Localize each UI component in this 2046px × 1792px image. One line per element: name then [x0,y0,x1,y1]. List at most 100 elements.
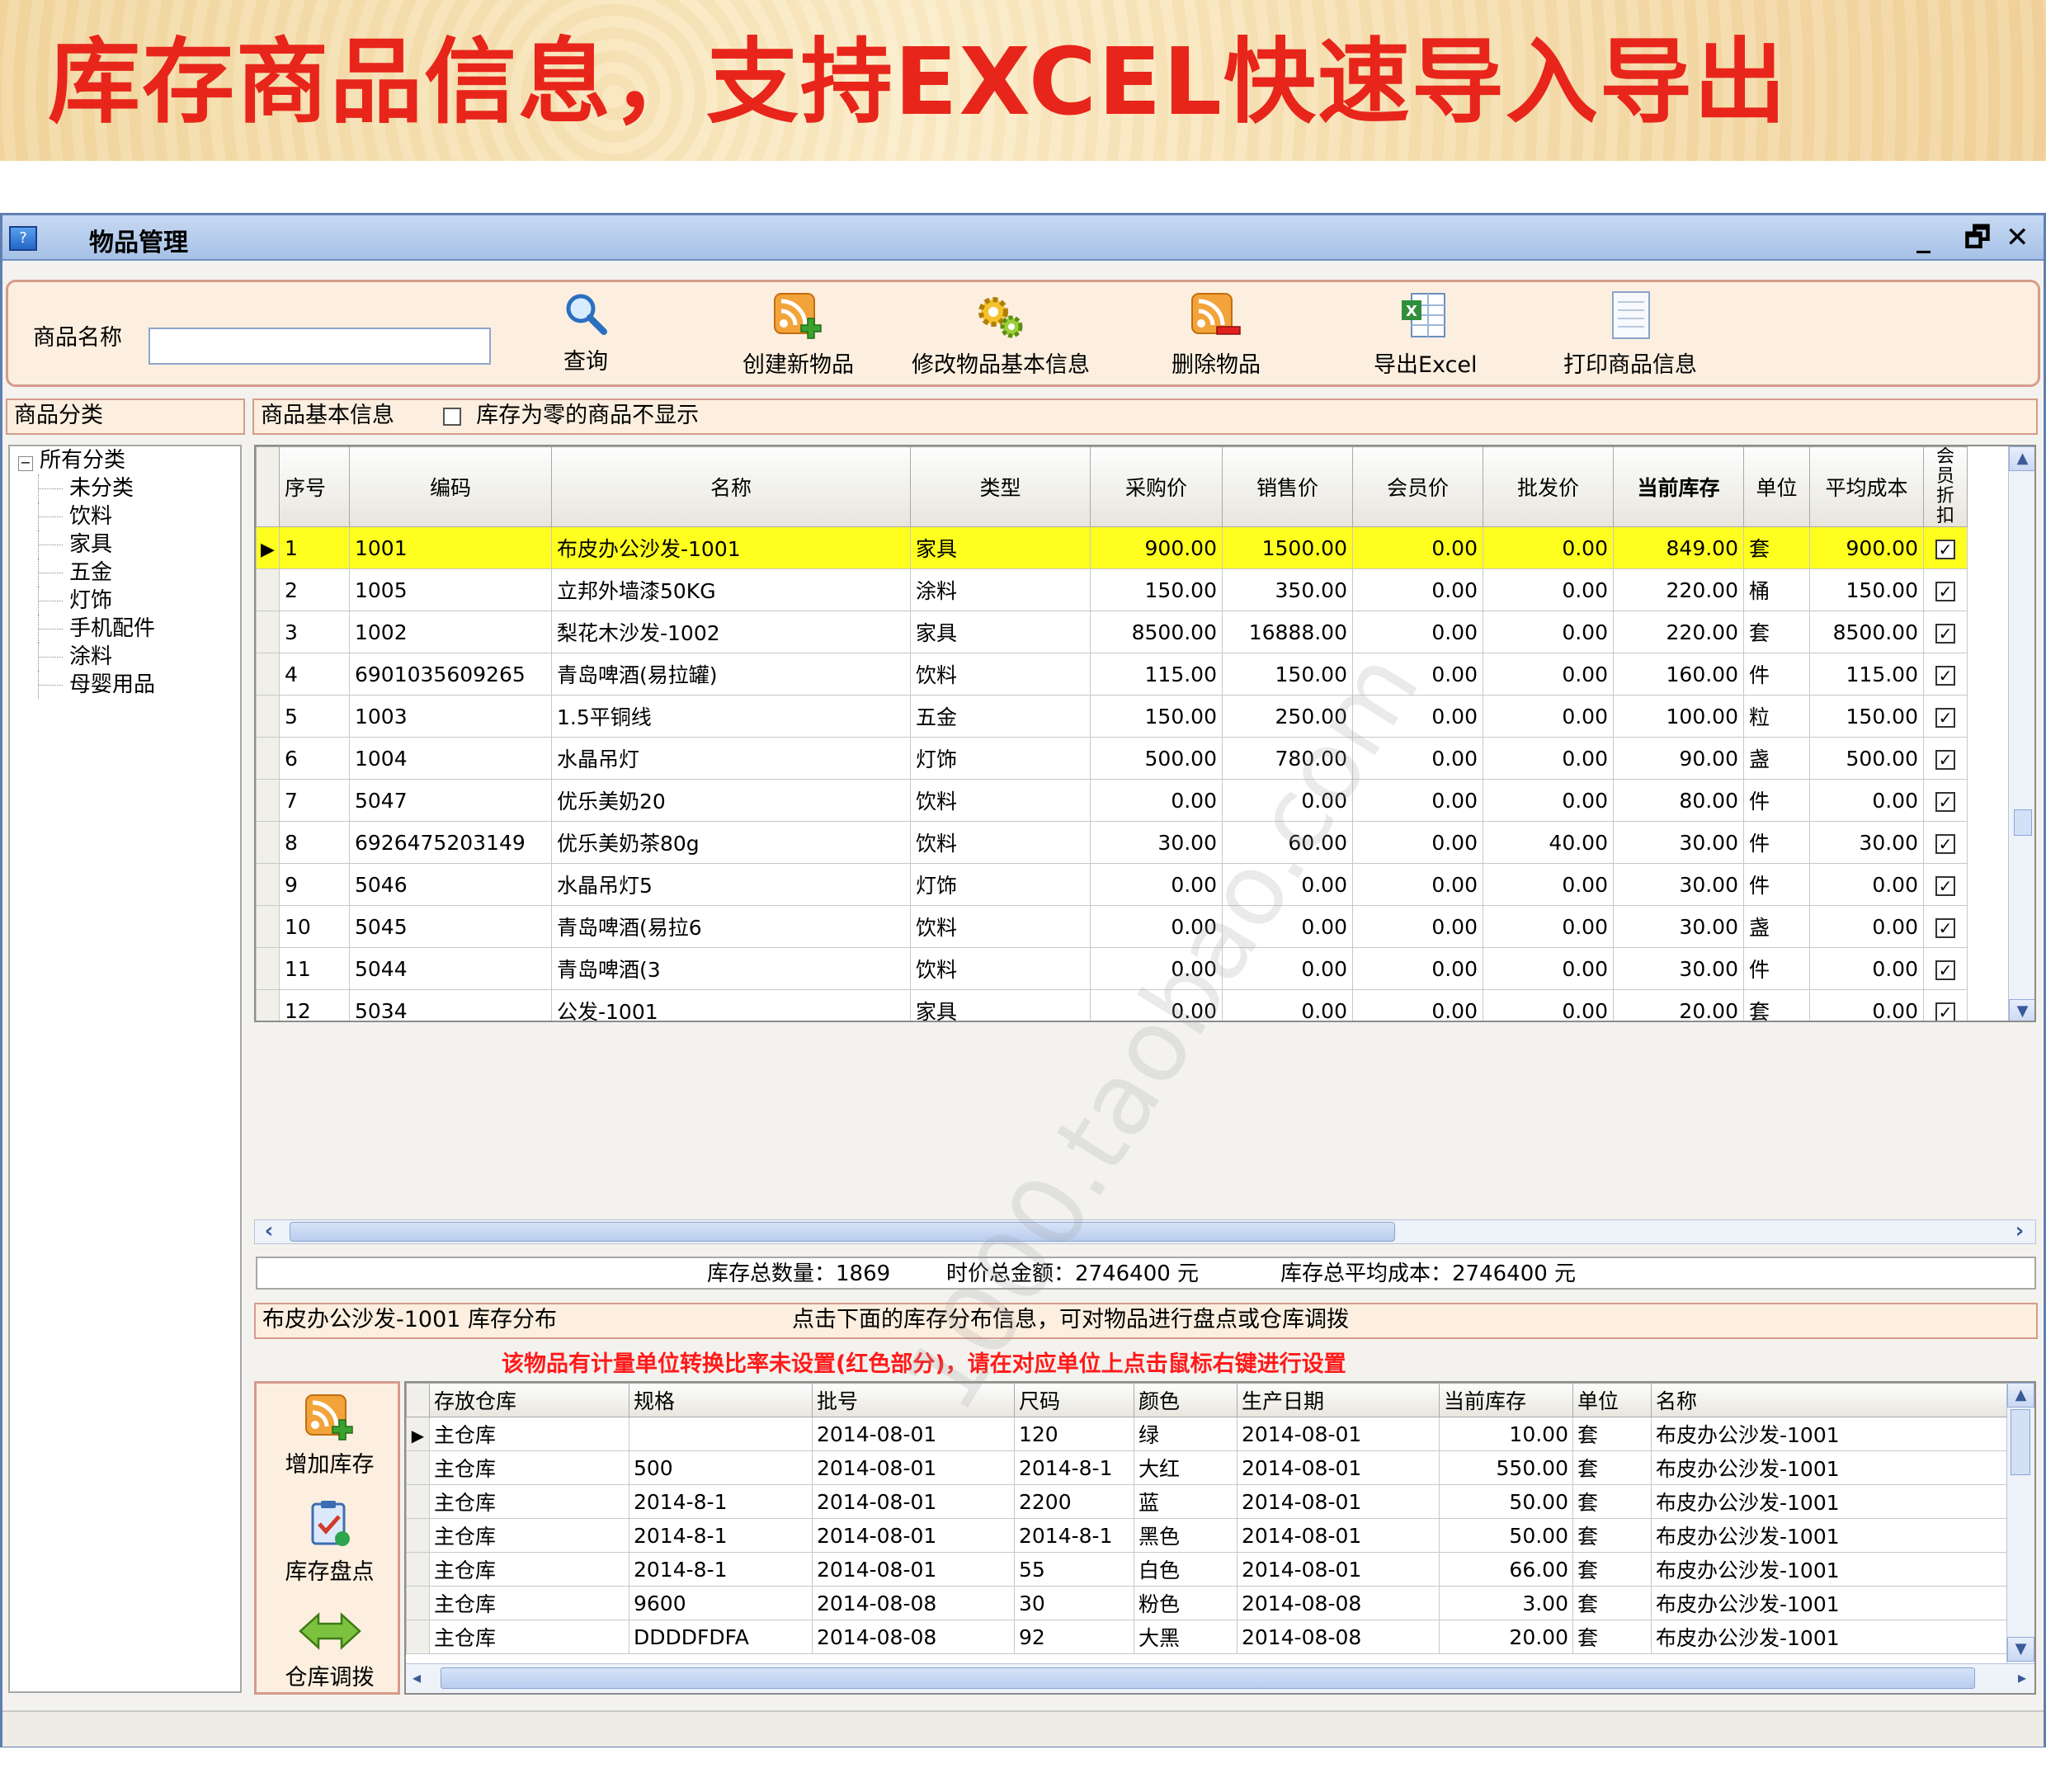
tree-item[interactable]: 灯饰 [18,587,155,615]
table-row[interactable]: 6 1004 水晶吊灯 灯饰 500.00 780.00 0.00 0.00 90.00 盏 500… [256,737,1968,780]
row-indicator[interactable] [256,989,280,1021]
table-row[interactable]: 主仓库 2014-8-1 2014-08-01 2014-8-1 黑色 2014-08-0… [406,1518,2008,1553]
column-header[interactable]: 颜色 [1134,1383,1238,1417]
tree-item[interactable]: 未分类 [18,474,155,502]
title-bar[interactable]: ? 物品管理 _ 🗗 ✕ [2,215,2044,261]
scroll-left-icon[interactable]: ◂ [412,1667,421,1687]
table-row[interactable]: ▶ 1 1001 布皮办公沙发-1001 家具 900.00 1500.00 0.00 0.00… [256,526,1968,569]
column-header[interactable]: 批号 [812,1383,1015,1417]
scroll-thumb[interactable] [2011,1409,2030,1475]
distribution-horizontal-scrollbar[interactable]: ◂ ▸ [406,1663,2034,1693]
delete-item-button[interactable]: 删除物品 [1172,290,1261,379]
table-row[interactable]: 7 5047 优乐美奶20 饮料 0.00 0.00 0.00 0.00 80.00 件 0.00 ✓ [256,779,1968,822]
table-row[interactable]: 9 5046 水晶吊灯5 灯饰 0.00 0.00 0.00 0.00 30.00 件 0.00 ✓ [256,863,1968,906]
scroll-down-icon[interactable]: ▼ [2009,999,2034,1021]
row-indicator[interactable] [406,1484,430,1519]
search-button[interactable]: 查询 [561,290,610,375]
member-discount-checkbox[interactable]: ✓ [1923,989,1968,1021]
minimize-icon[interactable]: _ [1916,222,1930,253]
column-header[interactable]: 会员折扣 [1923,446,1968,527]
row-indicator[interactable] [256,695,280,738]
column-header[interactable]: 尺码 [1014,1383,1134,1417]
column-header[interactable]: 销售价 [1222,446,1353,527]
edit-item-button[interactable]: 修改物品基本信息 [912,290,1090,379]
member-discount-checkbox[interactable]: ✓ [1923,568,1968,611]
goods-name-input[interactable] [148,328,491,365]
column-header[interactable]: 规格 [629,1383,813,1417]
column-header[interactable]: 存放仓库 [429,1383,629,1417]
goods-grid-vertical-scrollbar[interactable]: ▲ ▼ [2008,446,2034,1021]
table-row[interactable]: 11 5044 青岛啤酒(3 饮料 0.00 0.00 0.00 0.00 30.00 件 0.00… [256,947,1968,990]
table-row[interactable]: 5 1003 1.5平铜线 五金 150.00 250.00 0.00 0.00 100.00 粒… [256,695,1968,738]
member-discount-checkbox[interactable]: ✓ [1923,611,1968,653]
restore-icon[interactable]: 🗗 [1964,222,1991,253]
row-indicator[interactable] [406,1586,430,1620]
table-row[interactable]: 主仓库 DDDDFDFA 2014-08-08 92 大黑 2014-08-08 20.00… [406,1620,2008,1654]
column-header[interactable]: 生产日期 [1237,1383,1440,1417]
column-header[interactable]: 序号 [279,446,350,527]
scroll-right-icon[interactable]: › [2007,1220,2032,1243]
column-header[interactable]: 批发价 [1483,446,1614,527]
tree-item[interactable]: 家具 [18,531,155,559]
column-header[interactable]: 名称 [1651,1383,2008,1417]
column-header[interactable]: 平均成本 [1809,446,1924,527]
table-row[interactable]: 主仓库 2014-8-1 2014-08-01 2200 蓝 2014-08-01 50.0… [406,1484,2008,1519]
row-indicator[interactable] [406,1450,430,1485]
column-header[interactable]: 单位 [1572,1383,1652,1417]
scroll-thumb-horizontal[interactable] [290,1222,1395,1242]
tree-item[interactable]: 母婴用品 [18,671,155,699]
scroll-thumb-horizontal[interactable] [441,1667,1975,1689]
row-indicator[interactable] [256,863,280,906]
goods-grid-horizontal-scrollbar[interactable]: ‹ › [254,1219,2036,1244]
table-row[interactable]: 主仓库 2014-8-1 2014-08-01 55 白色 2014-08-01 66.00… [406,1552,2008,1587]
column-header[interactable]: 类型 [910,446,1091,527]
scroll-down-icon[interactable]: ▼ [2007,1637,2034,1662]
row-indicator[interactable] [256,779,280,822]
tree-item[interactable]: 五金 [18,559,155,587]
row-indicator[interactable] [256,653,280,696]
column-header[interactable]: 会员价 [1352,446,1483,527]
column-header[interactable]: 当前库存 [1439,1383,1573,1417]
member-discount-checkbox[interactable]: ✓ [1923,947,1968,990]
row-indicator[interactable] [256,611,280,653]
close-icon[interactable]: ✕ [2006,222,2030,253]
table-row[interactable]: 8 6926475203149 优乐美奶茶80g 饮料 30.00 60.00 0.00 40… [256,821,1968,864]
member-discount-checkbox[interactable]: ✓ [1923,779,1968,822]
column-header[interactable]: 名称 [551,446,911,527]
table-row[interactable]: 12 5034 公发-1001 家具 0.00 0.00 0.00 0.00 20.00 套 0.0… [256,989,1968,1021]
row-indicator[interactable] [256,905,280,948]
table-row[interactable]: ▶ 主仓库 2014-08-01 120 绿 2014-08-01 10.00 套布皮办公沙发… [406,1417,2008,1451]
table-row[interactable]: 主仓库 500 2014-08-01 2014-8-1 大红 2014-08-01 550.… [406,1450,2008,1485]
table-row[interactable]: 3 1002 梨花木沙发-1002 家具 8500.00 16888.00 0.00 0.00… [256,611,1968,653]
member-discount-checkbox[interactable]: ✓ [1923,737,1968,780]
row-indicator[interactable] [406,1518,430,1553]
column-header[interactable]: 单位 [1743,446,1810,527]
table-row[interactable]: 10 5045 青岛啤酒(易拉6 饮料 0.00 0.00 0.00 0.00 30.00 盏 0.… [256,905,1968,948]
row-indicator[interactable] [406,1552,430,1587]
tree-item[interactable]: 手机配件 [18,615,155,643]
export-excel-button[interactable]: X 导出Excel [1374,290,1478,379]
table-row[interactable]: 4 6901035609265 青岛啤酒(易拉罐) 饮料 115.00 150.00 0.0… [256,653,1968,696]
member-discount-checkbox[interactable]: ✓ [1923,653,1968,696]
row-indicator[interactable] [256,568,280,611]
distribution-vertical-scrollbar[interactable]: ▲ ▼ [2006,1383,2034,1663]
column-header[interactable]: 采购价 [1090,446,1223,527]
table-row[interactable]: 主仓库 9600 2014-08-08 30 粉色 2014-08-08 3.00 套布皮办公… [406,1586,2008,1620]
column-header[interactable]: 当前库存 [1613,446,1744,527]
collapse-icon[interactable]: − [18,456,33,471]
member-discount-checkbox[interactable]: ✓ [1923,695,1968,738]
add-stock-button[interactable]: 增加库存 [257,1392,403,1478]
row-indicator[interactable] [406,1620,430,1654]
hide-zero-stock-checkbox[interactable] [442,407,461,426]
current-row-arrow-icon[interactable]: ▶ [406,1417,430,1451]
row-indicator[interactable] [256,821,280,864]
scroll-right-icon[interactable]: ▸ [2018,1667,2026,1687]
scroll-left-icon[interactable]: ‹ [257,1220,281,1243]
stock-check-button[interactable]: 库存盘点 [257,1499,403,1586]
member-discount-checkbox[interactable]: ✓ [1923,821,1968,864]
tree-root[interactable]: − 所有分类 [18,446,155,474]
create-item-button[interactable]: 创建新物品 [742,290,854,379]
column-header[interactable]: 编码 [349,446,552,527]
current-row-arrow-icon[interactable]: ▶ [256,526,280,569]
warehouse-transfer-button[interactable]: 仓库调拨 [257,1606,403,1691]
